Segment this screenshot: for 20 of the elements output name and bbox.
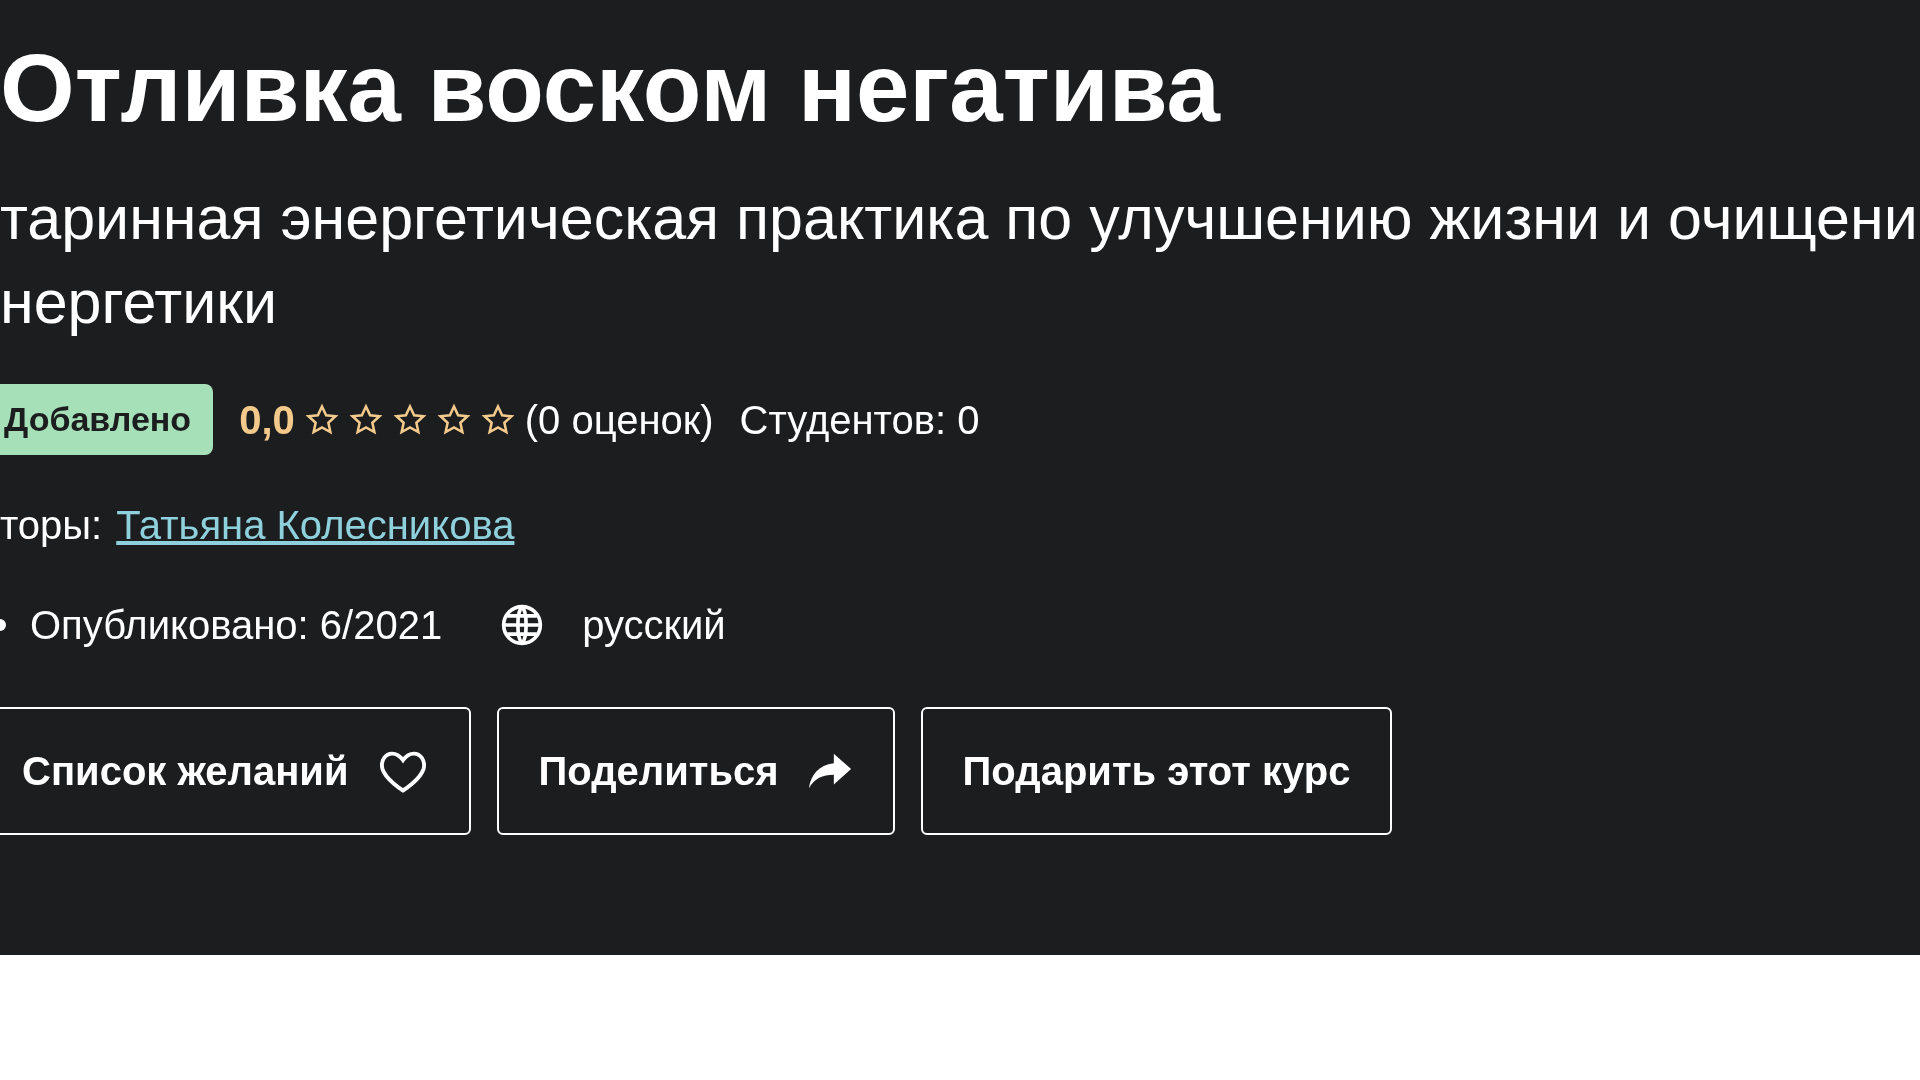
rating-count: (0 оценок) — [524, 396, 714, 444]
student-count: Студентов: 0 — [739, 396, 980, 444]
star-icon — [436, 402, 471, 437]
globe-icon — [500, 603, 545, 647]
rating-value: 0,0 — [239, 396, 295, 444]
gift-button[interactable]: Подарить этот курс — [920, 707, 1393, 835]
language: русский — [582, 602, 726, 649]
course-subtitle: таринная энергетическая практика по улучшению жизни и очищени — [0, 183, 1919, 254]
status-badge: Добавлено — [0, 384, 214, 455]
author-link[interactable]: Татьяна Колесникова — [116, 495, 515, 555]
authors-label: торы: — [0, 502, 103, 549]
share-button[interactable]: Поделиться — [496, 707, 895, 835]
course-subtitle: нергетики — [0, 267, 279, 338]
published-date: Опубликовано: 6/2021 — [30, 602, 443, 649]
star-icon — [480, 402, 515, 437]
star-icon — [304, 402, 339, 437]
star-icon — [348, 402, 383, 437]
course-title: Отливка воском негатива — [0, 40, 1222, 136]
wishlist-button[interactable]: Список желаний — [0, 707, 471, 835]
star-icon — [392, 402, 427, 437]
